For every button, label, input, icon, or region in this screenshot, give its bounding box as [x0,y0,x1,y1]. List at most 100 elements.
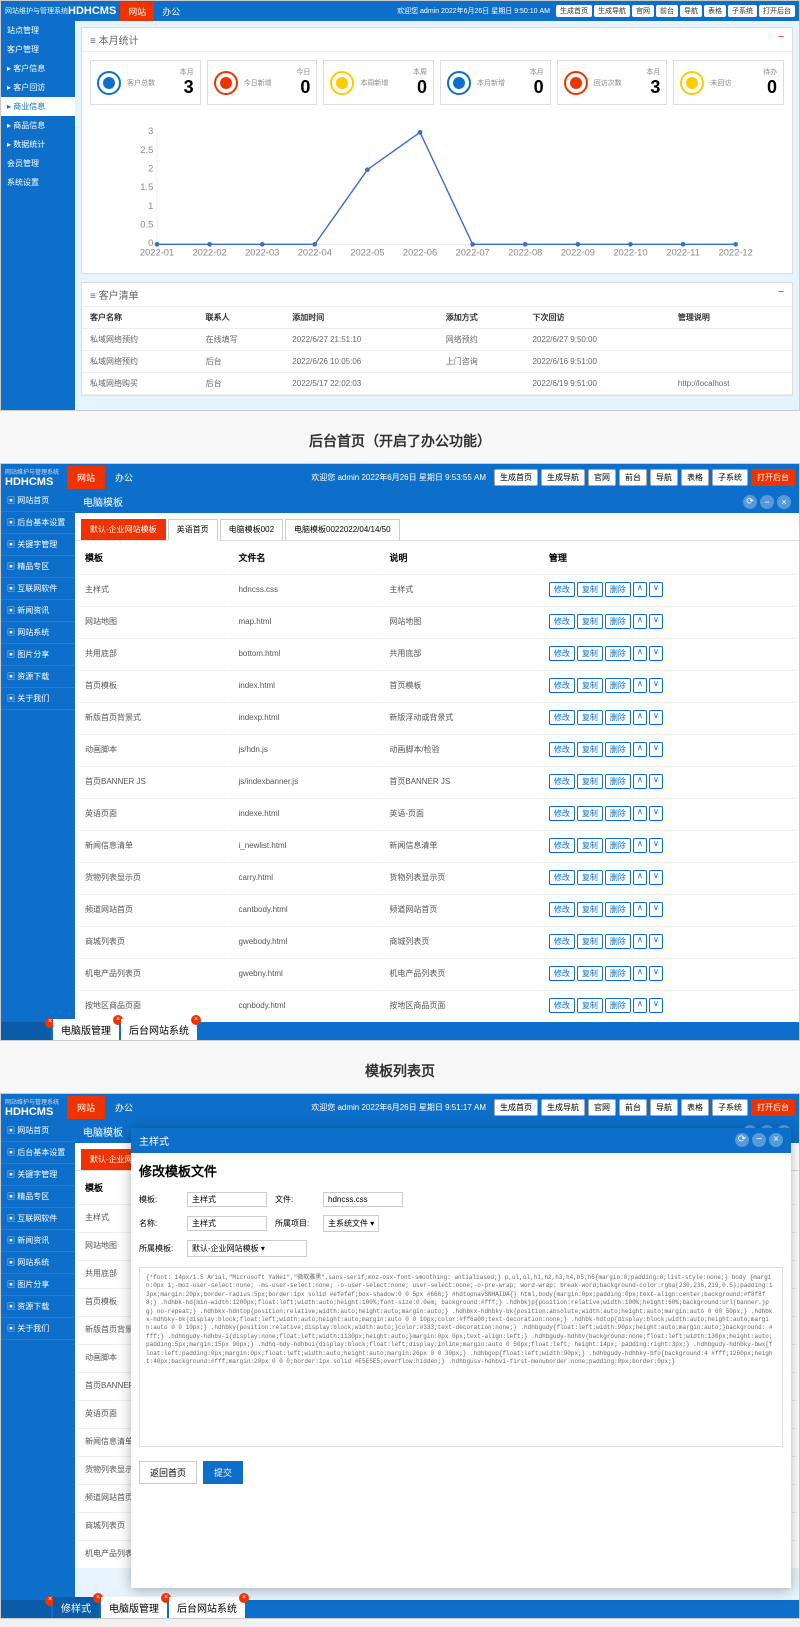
sidebar-item[interactable]: ▣ 网站系统 [1,1252,75,1274]
close-icon[interactable]: × [769,1133,783,1147]
action-btn[interactable]: 删除 [605,998,631,1013]
up-btn[interactable]: ∧ [633,678,647,693]
action-btn[interactable]: 复制 [577,934,603,949]
btn[interactable]: 表格 [681,1099,709,1116]
action-btn[interactable]: 修改 [549,678,575,693]
sidebar-item[interactable]: ▸ 商品信息 [1,116,75,135]
back-button[interactable]: 返回首页 [139,1461,197,1484]
sidebar-item[interactable]: ▣ 图片分享 [1,644,75,666]
action-btn[interactable]: 复制 [577,870,603,885]
action-btn[interactable]: 修改 [549,742,575,757]
sidebar-item[interactable]: ▣ 关于我们 [1,688,75,710]
btn-nav[interactable]: 导航 [680,5,702,17]
bottom-tab[interactable]: 电脑版管理× [53,1019,119,1040]
down-btn[interactable]: ∨ [649,870,663,885]
btn-table[interactable]: 表格 [704,5,726,17]
code-editor[interactable]: {*font: 14px/1.5 Arial,"Microsoft YaHei"… [139,1267,783,1447]
close-icon[interactable]: × [777,495,791,509]
action-btn[interactable]: 删除 [605,806,631,821]
minimize-icon[interactable]: − [752,1133,766,1147]
tab-website[interactable]: 网站 [120,2,154,21]
action-btn[interactable]: 复制 [577,582,603,597]
bottom-tab[interactable]: 修样式× [53,1597,99,1618]
down-btn[interactable]: ∨ [649,742,663,757]
sidebar-item[interactable]: ▣ 资源下载 [1,1296,75,1318]
down-btn[interactable]: ∨ [649,934,663,949]
close-icon[interactable]: − [778,32,784,47]
sidebar-item[interactable]: ▣ 关于我们 [1,1318,75,1340]
up-btn[interactable]: ∧ [633,870,647,885]
up-btn[interactable]: ∧ [633,966,647,981]
up-btn[interactable]: ∧ [633,774,647,789]
bottom-tab[interactable]: 后台网站系统× [121,1019,197,1040]
up-btn[interactable]: ∧ [633,934,647,949]
action-btn[interactable]: 复制 [577,966,603,981]
action-btn[interactable]: 修改 [549,902,575,917]
btn[interactable]: 生成首页 [494,469,538,486]
btn-subsys[interactable]: 子系统 [728,5,757,17]
btn[interactable]: 子系统 [712,1099,748,1116]
action-btn[interactable]: 复制 [577,742,603,757]
table-row[interactable]: 私域网络购买后台2022/5/17 22:02:032022/6/19 9:51… [82,373,792,395]
down-btn[interactable]: ∨ [649,902,663,917]
sidebar-item[interactable]: ▣ 新闻资讯 [1,600,75,622]
table-row[interactable]: 私域网络预约在线填写2022/6/27 21:51:10网络预约2022/6/2… [82,329,792,351]
sidebar-item[interactable]: ▸ 客户信息 [1,59,75,78]
down-btn[interactable]: ∨ [649,582,663,597]
up-btn[interactable]: ∧ [633,710,647,725]
btn[interactable]: 生成导航 [541,1099,585,1116]
btn[interactable]: 表格 [681,469,709,486]
sidebar-item[interactable]: ▣ 新闻资讯 [1,1230,75,1252]
down-btn[interactable]: ∨ [649,614,663,629]
btn[interactable]: 生成首页 [494,1099,538,1116]
tab-office[interactable]: 办公 [105,1096,143,1119]
tab-active[interactable]: 英语首页 [168,519,218,541]
action-btn[interactable]: 删除 [605,934,631,949]
action-btn[interactable]: 修改 [549,838,575,853]
sidebar-item[interactable]: ▣ 关键字管理 [1,1164,75,1186]
action-btn[interactable]: 修改 [549,582,575,597]
tab-office[interactable]: 办公 [105,466,143,489]
action-btn[interactable]: 删除 [605,742,631,757]
action-btn[interactable]: 删除 [605,838,631,853]
action-btn[interactable]: 删除 [605,646,631,661]
up-btn[interactable]: ∧ [633,742,647,757]
action-btn[interactable]: 复制 [577,998,603,1013]
down-btn[interactable]: ∨ [649,998,663,1013]
action-btn[interactable]: 复制 [577,710,603,725]
sidebar-item[interactable]: ▣ 互联网软件 [1,1208,75,1230]
project-select[interactable]: 主系统文件 ▾ [323,1215,379,1232]
btn-admin[interactable]: 打开后台 [759,5,795,17]
up-btn[interactable]: ∧ [633,998,647,1013]
sidebar-item[interactable]: 站点管理 [1,21,75,40]
sidebar-item[interactable]: ▣ 互联网软件 [1,578,75,600]
btn-logout[interactable]: 打开后台 [751,469,795,486]
action-btn[interactable]: 修改 [549,934,575,949]
action-btn[interactable]: 删除 [605,966,631,981]
action-btn[interactable]: 修改 [549,614,575,629]
down-btn[interactable]: ∨ [649,774,663,789]
sidebar-item[interactable]: ▣ 后台基本设置 [1,1142,75,1164]
action-btn[interactable]: 删除 [605,710,631,725]
submit-button[interactable]: 提交 [203,1461,243,1484]
down-btn[interactable]: ∨ [649,966,663,981]
btn[interactable]: 前台 [619,469,647,486]
action-btn[interactable]: 修改 [549,966,575,981]
sidebar-item[interactable]: ▣ 关键字管理 [1,534,75,556]
tab-office[interactable]: 办公 [154,2,188,21]
action-btn[interactable]: 复制 [577,678,603,693]
table-row[interactable]: 私域网络预约后台2022/6/26 10:05:06上门咨询2022/6/16 … [82,351,792,373]
action-btn[interactable]: 删除 [605,614,631,629]
minimize-icon[interactable]: − [760,495,774,509]
file-input[interactable] [323,1192,403,1207]
sidebar-item[interactable]: ▣ 后台基本设置 [1,512,75,534]
close-icon[interactable]: − [778,287,784,302]
down-btn[interactable]: ∨ [649,646,663,661]
sidebar-item[interactable]: ▣ 精品专区 [1,556,75,578]
action-btn[interactable]: 复制 [577,646,603,661]
btn[interactable]: 官网 [588,469,616,486]
tab-website[interactable]: 网站 [67,466,105,489]
bottom-tab[interactable]: 后台网站系统× [169,1597,245,1618]
down-btn[interactable]: ∨ [649,838,663,853]
sidebar-item[interactable]: ▣ 精品专区 [1,1186,75,1208]
